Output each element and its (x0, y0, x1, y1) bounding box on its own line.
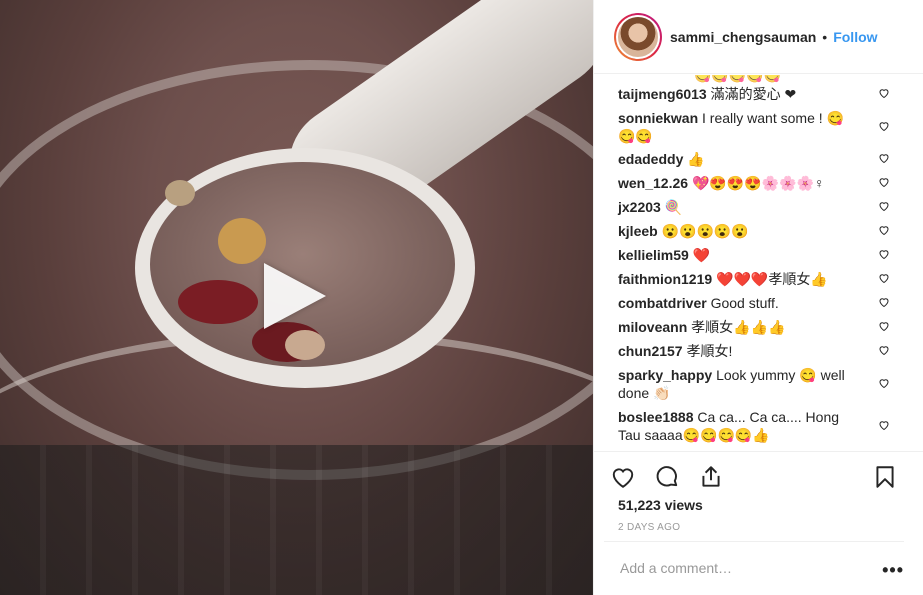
comment-username[interactable]: chun2157 (618, 343, 683, 359)
comment-item: jx2203 🍭 (618, 198, 908, 216)
comment-item: taijmeng6013 滿滿的愛心 ❤ (618, 85, 908, 103)
comment-input[interactable] (620, 560, 860, 576)
avatar-image (616, 14, 660, 59)
comment-username[interactable]: boslee1888 (618, 409, 694, 425)
comment-username[interactable]: faithmion1219 (618, 271, 712, 287)
comment-item: edadeddy 👍 (618, 150, 908, 168)
separator-dot: • (822, 28, 828, 45)
comment-text-continued: done 👏🏻 (618, 385, 671, 401)
comment-heart-icon[interactable] (878, 120, 890, 132)
clipped-comment: 😋😋😋😋😋 (694, 75, 782, 83)
comment-text: 孝順女! (686, 343, 733, 359)
comment-username[interactable]: sonniekwan (618, 110, 698, 126)
comment-text: 孝順女👍👍👍 (691, 319, 786, 335)
comment-item: kellielim59 ❤️ (618, 246, 908, 264)
comment-item: sonniekwan I really want some ! 😋 😋😋 (618, 109, 908, 145)
comment-text: Ca ca... Ca ca.... Hong (697, 409, 840, 425)
kidney-bean (178, 280, 258, 324)
post-timestamp[interactable]: 2 DAYS AGO (618, 522, 680, 533)
heart-icon[interactable] (610, 464, 636, 490)
bean (165, 180, 195, 206)
comment-item: boslee1888 Ca ca... Ca ca.... Hong Tau s… (618, 408, 908, 444)
comment-heart-icon[interactable] (878, 224, 890, 236)
comment-text: 👍 (687, 151, 705, 167)
comment-box: ••• (604, 541, 904, 595)
comment-item: wen_12.26 💖😍😍😍🌸🌸🌸♀ (618, 174, 908, 192)
share-icon[interactable] (698, 464, 724, 490)
comment-heart-icon[interactable] (878, 272, 890, 284)
comment-text: ❤️ (692, 247, 711, 263)
comment-text-continued: 😋😋 (618, 128, 653, 144)
post-header: sammi_chengsauman • Follow (594, 0, 923, 74)
comment-text: 🍭 (664, 199, 683, 215)
action-bar (594, 451, 923, 501)
comment-list[interactable]: 😋😋😋😋😋 taijmeng6013 滿滿的愛心 ❤ sonniekwan I … (594, 75, 923, 450)
follow-button[interactable]: Follow (833, 29, 877, 45)
username[interactable]: sammi_chengsauman (670, 29, 816, 45)
comment-username[interactable]: miloveann (618, 319, 687, 335)
comment-item: miloveann 孝順女👍👍👍 (618, 318, 908, 336)
comment-heart-icon[interactable] (878, 87, 890, 99)
comment-text: Good stuff. (710, 295, 779, 311)
comment-text: Look yummy 😋 well (716, 367, 845, 383)
comment-text: ❤️❤️❤️孝順女👍 (716, 271, 828, 287)
chickpea (218, 218, 266, 264)
lotus-seed (285, 330, 325, 360)
comment-username[interactable]: sparky_happy (618, 367, 712, 383)
comment-heart-icon[interactable] (878, 200, 890, 212)
bookmark-icon[interactable] (872, 464, 898, 490)
comment-item: chun2157 孝順女! (618, 342, 908, 360)
comment-icon[interactable] (654, 464, 680, 490)
comment-text: 😮😮😮😮😮 (661, 223, 749, 239)
comment-username[interactable]: combatdriver (618, 295, 707, 311)
comment-username[interactable]: edadeddy (618, 151, 683, 167)
comment-heart-icon[interactable] (878, 176, 890, 188)
comment-heart-icon[interactable] (878, 152, 890, 164)
comment-heart-icon[interactable] (878, 248, 890, 260)
comment-heart-icon[interactable] (878, 344, 890, 356)
comment-text-continued: Tau saaaa😋😋😋😋👍 (618, 427, 770, 443)
more-options-icon[interactable]: ••• (882, 560, 904, 581)
comment-heart-icon[interactable] (878, 419, 890, 431)
comment-text: 💖😍😍😍🌸🌸🌸♀ (691, 175, 825, 191)
post-panel: sammi_chengsauman • Follow 😋😋😋😋😋 taijmen… (593, 0, 923, 595)
comment-item: sparky_happy Look yummy 😋 well done 👏🏻 (618, 366, 908, 402)
comment-username[interactable]: taijmeng6013 (618, 86, 707, 102)
comment-text: I really want some ! 😋 (702, 110, 844, 126)
comment-username[interactable]: kellielim59 (618, 247, 689, 263)
play-icon[interactable] (264, 263, 326, 329)
comment-item: faithmion1219 ❤️❤️❤️孝順女👍 (618, 270, 908, 288)
comment-username[interactable]: kjleeb (618, 223, 658, 239)
post-video[interactable] (0, 0, 593, 595)
comment-heart-icon[interactable] (878, 377, 890, 389)
comment-item: kjleeb 😮😮😮😮😮 (618, 222, 908, 240)
comment-username[interactable]: wen_12.26 (618, 175, 688, 191)
comment-heart-icon[interactable] (878, 320, 890, 332)
avatar[interactable] (614, 12, 662, 61)
comment-heart-icon[interactable] (878, 296, 890, 308)
view-count[interactable]: 51,223 views (618, 497, 703, 513)
comment-item: combatdriver Good stuff. (618, 294, 908, 312)
comment-username[interactable]: jx2203 (618, 199, 661, 215)
comment-text: 滿滿的愛心 ❤ (710, 86, 797, 102)
